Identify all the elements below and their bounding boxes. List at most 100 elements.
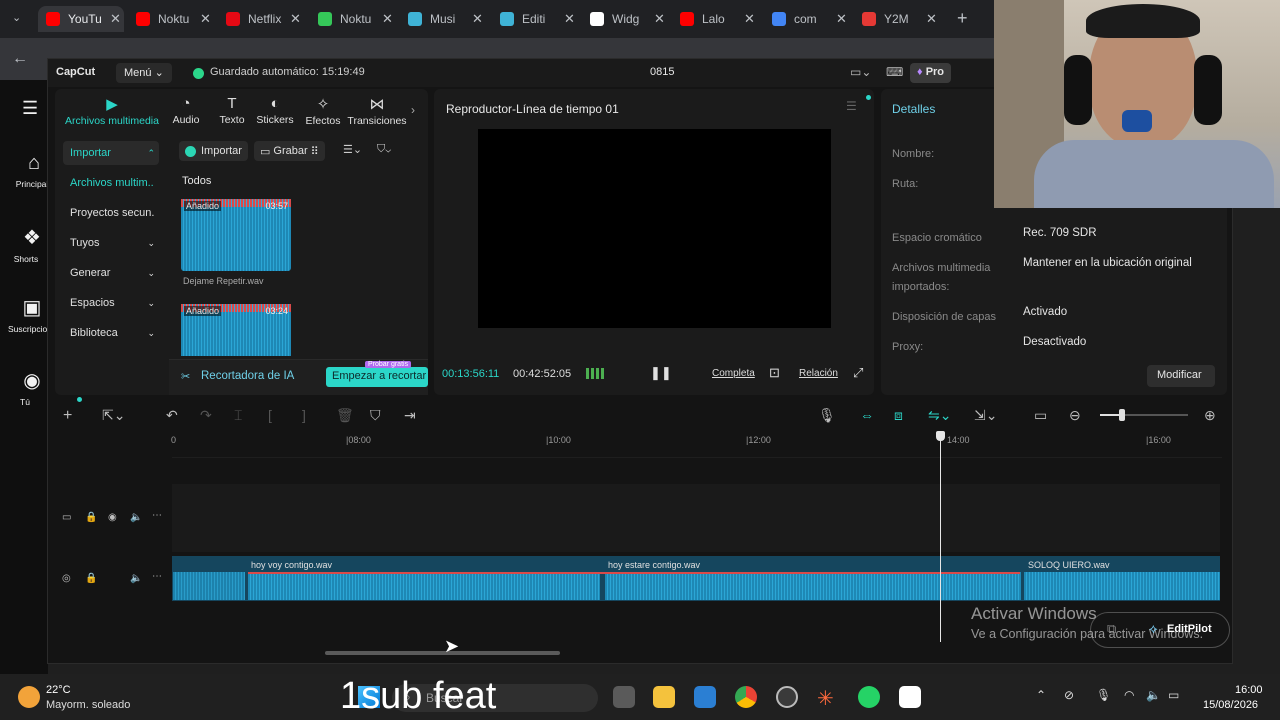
mute-icon[interactable]: 🔈 [130, 573, 142, 584]
editpilot-widget[interactable]: ⧉ ⟡ EditPilot [1090, 612, 1230, 648]
weather-temp[interactable]: 22°C [46, 684, 71, 696]
tab-close-icon[interactable]: ✕ [382, 11, 393, 27]
main-video-track[interactable] [172, 484, 1220, 552]
tab-close-icon[interactable]: ✕ [564, 11, 575, 27]
split-icon[interactable]: ⌶ [234, 407, 242, 424]
asterisk-app-icon[interactable]: ✳ [817, 686, 839, 710]
whatsapp-icon[interactable] [858, 686, 880, 708]
video-preview[interactable] [478, 129, 831, 328]
keyboard-icon[interactable]: ⌨ [886, 65, 903, 79]
weather-desc[interactable]: Mayorm. soleado [46, 699, 130, 711]
playhead[interactable] [940, 437, 941, 642]
volume-icon[interactable]: 🔈 [1146, 688, 1161, 702]
browser-tab[interactable]: Musi ✕ [400, 6, 486, 32]
media-item[interactable]: Añadido 03:57 [181, 199, 291, 271]
audio-clip[interactable] [248, 572, 600, 600]
mute-icon[interactable]: 🔈 [130, 512, 142, 523]
clock-date[interactable]: 15/08/2026 [1203, 699, 1258, 711]
modify-button[interactable]: Modificar [1147, 365, 1215, 387]
ratio-button[interactable]: Relación [799, 368, 838, 379]
hamburger-menu-icon[interactable]: ☰ [22, 98, 38, 119]
zoom-out-icon[interactable]: ⊖ [1069, 407, 1081, 424]
tab-effects[interactable]: ✧ Efectos [301, 95, 345, 127]
tab-sticker[interactable]: ◐ Stickers [253, 95, 297, 126]
linkage-icon[interactable]: ⇋⌄ [928, 407, 951, 424]
freeze-icon[interactable]: ⇥ [404, 407, 416, 424]
screen-icon[interactable]: ▭ [1034, 407, 1047, 424]
fullscreen-icon[interactable]: ⤢ [853, 365, 863, 381]
tab-close-icon[interactable]: ✕ [836, 11, 847, 27]
more-icon[interactable]: ⋯ [152, 510, 162, 521]
tab-list-chevron-icon[interactable]: ⌄ [12, 11, 21, 24]
sidebar-item[interactable]: Archivos multim... [63, 171, 159, 195]
eye-icon[interactable]: ◉ [108, 512, 117, 523]
redo-icon[interactable]: ↷ [200, 407, 212, 424]
audio-clip[interactable] [173, 572, 245, 600]
sidebar-item[interactable]: Espacios ⌄ [63, 291, 159, 315]
back-arrow-icon[interactable]: ← [12, 50, 28, 68]
trim-left-icon[interactable]: [ [268, 407, 272, 423]
audio-clip[interactable] [605, 572, 1021, 600]
delete-icon[interactable]: 🗑 [336, 407, 354, 424]
magnet-icon[interactable]: ⧈ [894, 407, 903, 424]
browser-tab[interactable]: YouTube ✕ [38, 6, 124, 32]
preview-axis-icon[interactable]: ⇲⌄ [974, 407, 997, 424]
snapshot-icon[interactable]: ⊡ [769, 365, 780, 381]
chrome-icon[interactable] [735, 686, 757, 708]
browser-tab[interactable]: Noktu ✕ [310, 6, 396, 32]
tab-audio[interactable]: ◔ Audio [165, 95, 207, 126]
new-tab-button[interactable]: + [957, 8, 968, 29]
app-icon[interactable] [776, 686, 798, 708]
browser-tab[interactable]: Noktu ✕ [128, 6, 214, 32]
audio-clip[interactable] [1024, 572, 1220, 600]
layout-icon[interactable]: ▭⌄ [850, 65, 871, 79]
tab-close-icon[interactable]: ✕ [290, 11, 301, 27]
tabs-next-arrow-icon[interactable]: › [411, 103, 415, 117]
battery-icon[interactable]: ▭ [1168, 688, 1179, 702]
complete-view-button[interactable]: Completa [712, 368, 755, 379]
browser-tab[interactable]: com ✕ [764, 6, 850, 32]
tab-close-icon[interactable]: ✕ [200, 11, 211, 27]
trim-right-icon[interactable]: ] [302, 407, 306, 423]
lock-icon[interactable]: 🔒 [85, 512, 97, 523]
sidebar-item[interactable]: Tuyos ⌄ [63, 231, 159, 255]
filter-icon[interactable]: ⛉⌄ [377, 143, 391, 156]
capcut-taskbar-icon[interactable] [899, 686, 921, 708]
pause-button[interactable]: ❚❚ [650, 365, 672, 381]
sort-icon[interactable]: ☰⌄ [343, 143, 362, 156]
browser-tab[interactable]: Editi ✕ [492, 6, 578, 32]
browser-tab[interactable]: Y2M ✕ [854, 6, 940, 32]
shield-icon[interactable]: ⛉ [370, 407, 381, 424]
link-main-icon[interactable]: ⇔ [860, 407, 874, 423]
tab-close-icon[interactable]: ✕ [744, 11, 755, 27]
tab-close-icon[interactable]: ✕ [654, 11, 665, 27]
player-menu-icon[interactable]: ☰ [846, 99, 857, 113]
browser-tab[interactable]: Netflix ✕ [218, 6, 304, 32]
menu-button[interactable]: Menú ⌄ [116, 63, 172, 83]
task-view-icon[interactable] [613, 686, 635, 708]
undo-icon[interactable]: ↶ [166, 407, 178, 424]
more-icon[interactable]: ⋯ [152, 571, 162, 582]
tab-media[interactable]: ▶ Archivos multimedia [65, 95, 159, 127]
add-track-button[interactable]: + [63, 407, 72, 425]
clock-time[interactable]: 16:00 [1235, 684, 1263, 696]
sidebar-item[interactable]: Importar ⌃ [63, 141, 159, 165]
file-explorer-icon[interactable] [653, 686, 675, 708]
microphone-tray-icon[interactable]: 🎙 [1096, 688, 1111, 702]
browser-tab[interactable]: Lalo ✕ [672, 6, 758, 32]
sidebar-item[interactable]: Proyectos secun... [63, 201, 159, 225]
wifi-icon[interactable]: ◠ [1124, 688, 1134, 702]
media-item[interactable]: Añadido 03:24 [181, 304, 291, 356]
record-button[interactable]: ▭ Grabar ⠿ [254, 141, 325, 161]
tab-text[interactable]: T Texto [213, 95, 251, 126]
select-tool-icon[interactable]: ⇱⌄ [102, 407, 125, 424]
pro-button[interactable]: ♦ Pro [910, 63, 952, 83]
zoom-slider-handle[interactable] [1119, 409, 1125, 421]
microphone-icon[interactable]: 🎙 [818, 407, 836, 424]
tab-close-icon[interactable]: ✕ [472, 11, 483, 27]
timeline-scrollbar[interactable] [325, 651, 560, 655]
lock-icon[interactable]: 🔒 [85, 573, 97, 584]
store-icon[interactable] [694, 686, 716, 708]
browser-tab[interactable]: Widg ✕ [582, 6, 668, 32]
tray-chevron-icon[interactable]: ⌃ [1036, 688, 1046, 702]
